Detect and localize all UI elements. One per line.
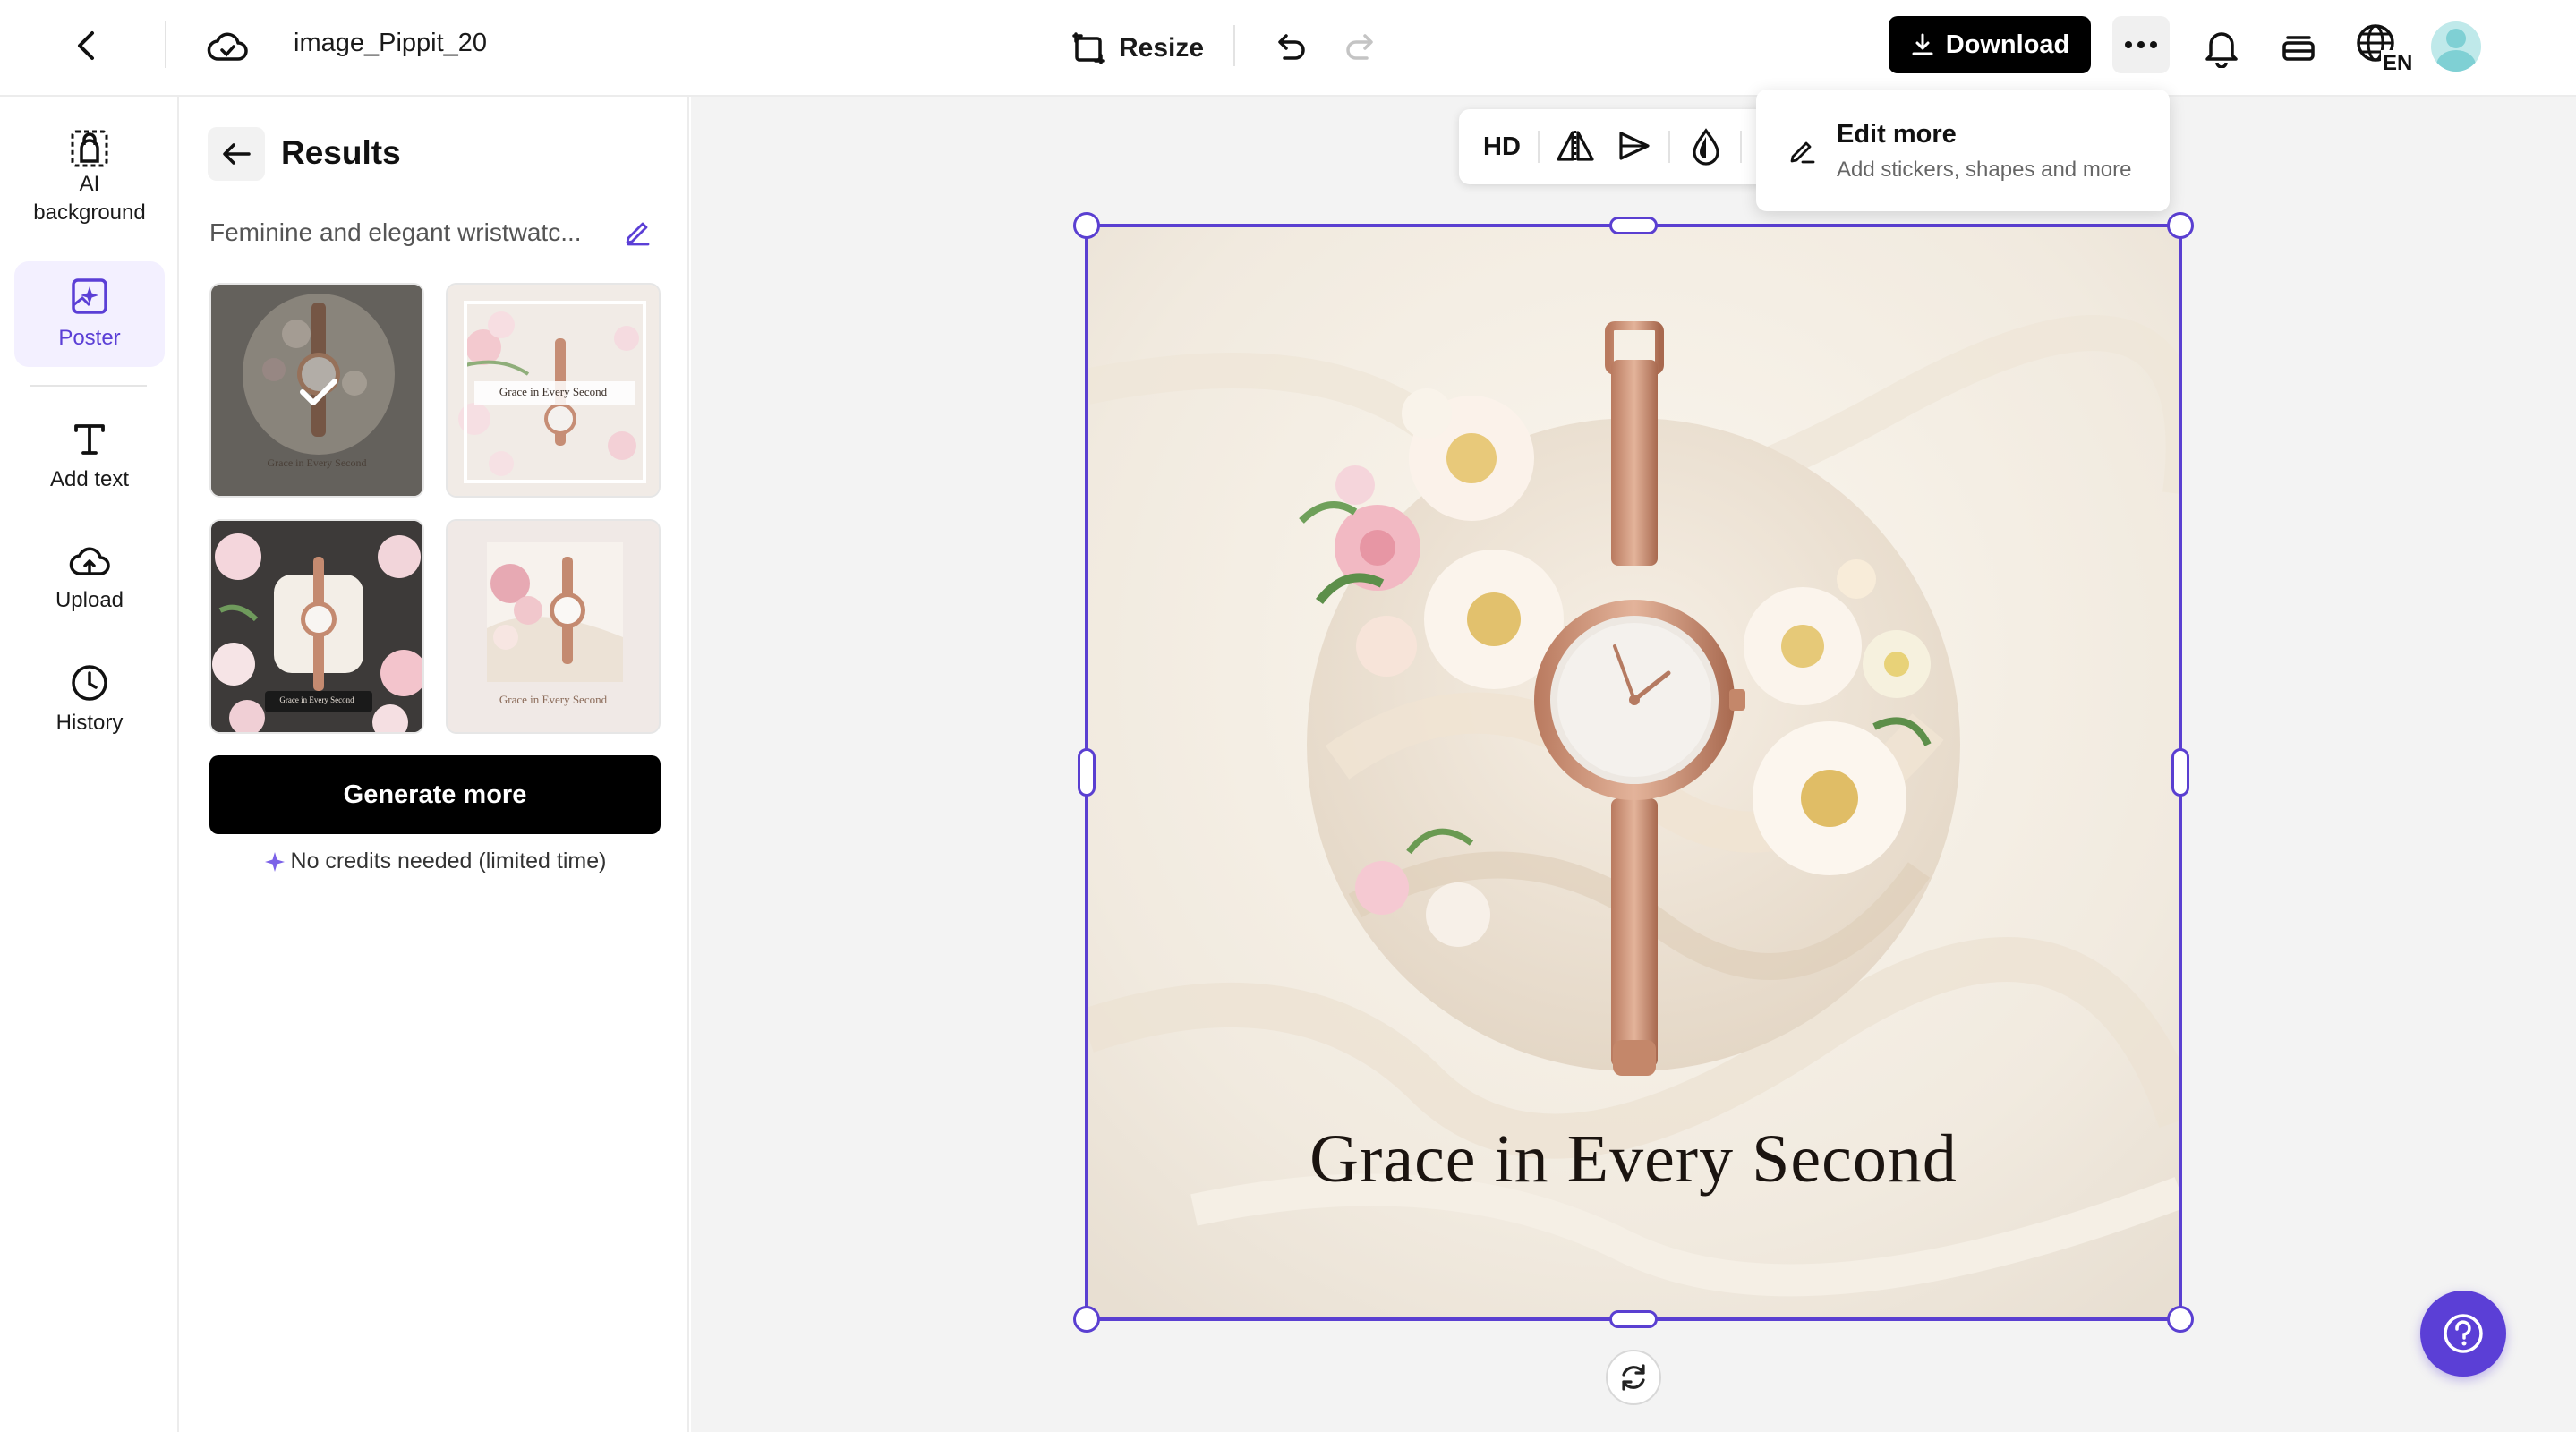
resize-handle-right[interactable] (2171, 748, 2189, 797)
flip-horizontal-icon[interactable] (1548, 124, 1602, 170)
toolbar-separator-3 (1740, 131, 1742, 163)
result-thumbnail-3[interactable]: Grace in Every Second (209, 519, 424, 734)
nav-history[interactable]: History (14, 652, 165, 748)
poster-headline[interactable]: Grace in Every Second (1087, 1121, 2180, 1198)
download-label: Download (1945, 30, 2070, 59)
language-code: EN (2383, 51, 2412, 73)
rotate-icon (1616, 1360, 1651, 1394)
thumbnail-4-caption: Grace in Every Second (499, 693, 608, 706)
history-icon (69, 662, 110, 703)
nav-add-text[interactable]: Add text (14, 408, 165, 505)
resize-label: Resize (1119, 33, 1205, 63)
nav-label-ai-background: AI background (33, 171, 146, 225)
nav-poster[interactable]: Poster (14, 261, 165, 367)
edit-more-menu[interactable]: Edit more Add stickers, shapes and more (1756, 90, 2170, 211)
edit-pencil-icon (1788, 136, 1817, 165)
language-globe-icon[interactable]: EN (2354, 20, 2413, 73)
thumbnail-1-caption: Grace in Every Second (267, 456, 367, 469)
nav-label-add-text: Add text (49, 466, 130, 491)
result-thumbnail-4[interactable]: Grace in Every Second (446, 519, 661, 734)
arrow-left-icon (220, 140, 252, 168)
redo-icon[interactable] (1339, 25, 1384, 70)
more-horizontal-icon (2123, 39, 2159, 50)
poster-icon (69, 276, 110, 317)
nav-label-poster: Poster (58, 325, 121, 350)
back-icon[interactable] (68, 23, 104, 68)
resize-handle-top-right[interactable] (2167, 212, 2194, 239)
more-options-button[interactable] (2112, 16, 2170, 73)
hd-button[interactable]: HD (1473, 124, 1531, 170)
resize-handle-bottom-right[interactable] (2167, 1306, 2194, 1333)
text-icon (70, 419, 109, 458)
rotate-button[interactable] (1606, 1350, 1661, 1405)
edit-more-subtitle: Add stickers, shapes and more (1837, 158, 2132, 182)
ai-background-icon (68, 127, 111, 170)
nav-separator (30, 385, 147, 387)
help-button[interactable] (2420, 1291, 2506, 1377)
result-thumbnail-1[interactable]: Grace in Every Second (209, 283, 424, 498)
avatar-head-shape (2446, 29, 2466, 48)
credits-note-text: No credits needed (limited time) (290, 848, 607, 874)
sparkle-icon (264, 851, 286, 873)
toolbar-separator-2 (1668, 131, 1670, 163)
poster-artwork[interactable]: Grace in Every Second (1087, 226, 2180, 1319)
edit-more-title: Edit more (1837, 120, 1957, 149)
thumbnail-2-caption: Grace in Every Second (499, 385, 608, 398)
resize-icon (1070, 30, 1106, 66)
upload-icon (68, 541, 111, 581)
file-name[interactable]: image_Pippit_20 (294, 29, 487, 58)
resize-button[interactable]: Resize (1070, 23, 1204, 73)
nav-label-upload: Upload (55, 587, 124, 612)
nav-upload[interactable]: Upload (14, 530, 165, 626)
generate-more-button[interactable]: Generate more (209, 755, 661, 834)
nav-ai-background[interactable]: AI background (14, 118, 165, 236)
undo-icon[interactable] (1267, 25, 1312, 70)
thumbnail-3-caption: Grace in Every Second (279, 695, 354, 704)
result-thumbnail-2[interactable]: Grace in Every Second (446, 283, 661, 498)
resize-handle-top[interactable] (1609, 217, 1658, 234)
notification-bell-icon[interactable] (2196, 21, 2247, 72)
topbar-divider (165, 21, 166, 68)
results-title: Results (281, 134, 401, 171)
download-icon (1910, 32, 1935, 57)
avatar-body-shape (2436, 50, 2476, 72)
topbar-divider-2 (1233, 25, 1235, 66)
resize-handle-bottom[interactable] (1609, 1310, 1658, 1328)
download-button[interactable]: Download (1889, 16, 2091, 73)
edit-pencil-icon[interactable] (623, 217, 653, 247)
resize-handle-top-left[interactable] (1073, 212, 1100, 239)
opacity-drop-icon[interactable] (1679, 124, 1733, 170)
nav-label-history: History (55, 710, 124, 735)
help-question-icon (2440, 1310, 2486, 1357)
prompt-text[interactable]: Feminine and elegant wristwatc... (209, 218, 582, 247)
resize-handle-left[interactable] (1078, 748, 1096, 797)
flip-vertical-icon[interactable] (1608, 124, 1661, 170)
results-back-button[interactable] (208, 127, 265, 181)
credits-note: No credits needed (limited time) (209, 848, 661, 874)
resize-handle-bottom-left[interactable] (1073, 1306, 1100, 1333)
layers-icon[interactable] (2273, 21, 2324, 72)
cloud-sync-icon[interactable] (204, 23, 251, 70)
toolbar-separator (1538, 131, 1540, 163)
user-avatar[interactable] (2431, 21, 2481, 72)
